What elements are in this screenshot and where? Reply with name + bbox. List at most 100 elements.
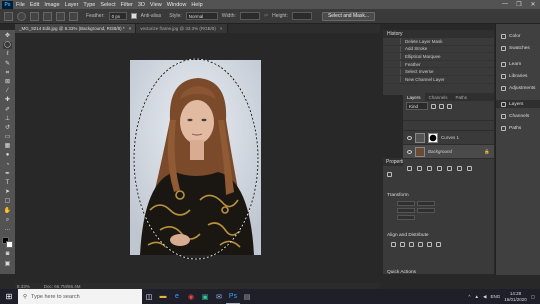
history-item[interactable]: Feather	[383, 61, 494, 69]
zoom-level[interactable]: 8.33%	[17, 284, 30, 289]
tab-channels[interactable]: Channels	[425, 93, 452, 101]
new-adjustment-icon[interactable]	[437, 166, 442, 171]
align-right-icon[interactable]	[409, 242, 414, 247]
app-icon[interactable]: ▤	[240, 289, 254, 304]
dock-channels[interactable]: Channels	[496, 112, 540, 120]
filter-type-icon[interactable]	[447, 103, 452, 109]
layer-row[interactable]: Curves 1	[403, 131, 494, 145]
quick-actions-section[interactable]: Quick Actions	[383, 269, 494, 276]
volume-icon[interactable]: ◀	[483, 294, 486, 300]
task-view-icon[interactable]: ◫	[142, 289, 156, 304]
menu-window[interactable]: Window	[167, 2, 187, 8]
filter-adjustment-icon[interactable]	[439, 103, 444, 109]
lock-fill-row[interactable]	[403, 121, 494, 131]
gradient-tool-icon[interactable]: ▦	[3, 143, 12, 150]
chrome-icon[interactable]: ◉	[184, 289, 198, 304]
height-input[interactable]	[291, 12, 312, 20]
brush-tool-icon[interactable]: ✐	[3, 107, 12, 114]
rectangle-tool-icon[interactable]: ▢	[3, 198, 12, 205]
dock-layers[interactable]: Layers	[496, 100, 540, 108]
align-middle-icon[interactable]	[427, 242, 432, 247]
align-left-icon[interactable]	[391, 242, 396, 247]
h-field[interactable]	[417, 201, 435, 206]
home-icon[interactable]	[4, 11, 13, 21]
blend-opacity-row[interactable]	[403, 111, 494, 121]
history-item[interactable]: Elliptical Marquee	[383, 53, 494, 61]
fx-icon[interactable]	[417, 166, 422, 171]
align-center-icon[interactable]	[400, 242, 405, 247]
dock-color[interactable]: Color	[496, 32, 540, 40]
menu-edit[interactable]: Edit	[30, 2, 39, 8]
y-field[interactable]	[417, 208, 435, 213]
menu-filter[interactable]: Filter	[121, 2, 133, 8]
w-field[interactable]	[397, 201, 415, 206]
quick-mask-icon[interactable]: ◙	[3, 251, 12, 258]
path-selection-tool-icon[interactable]: ➤	[3, 189, 12, 196]
close-button[interactable]: ✕	[526, 1, 540, 8]
more-tools-icon[interactable]: …	[3, 226, 12, 233]
width-input[interactable]	[239, 12, 260, 20]
pen-tool-icon[interactable]: ✒	[3, 171, 12, 178]
menu-select[interactable]: Select	[100, 2, 115, 8]
tray-chevron-icon[interactable]: ^	[468, 294, 470, 299]
elliptical-selection[interactable]	[130, 55, 270, 261]
history-item[interactable]: Select Inverse	[383, 68, 494, 76]
align-bottom-icon[interactable]	[436, 242, 441, 247]
color-swatches[interactable]	[1, 237, 14, 249]
hand-tool-icon[interactable]: ✋	[3, 208, 12, 215]
taskbar-search[interactable]: ⚲ Type here to search	[18, 289, 142, 304]
menu-help[interactable]: Help	[191, 2, 202, 8]
kind-filter-select[interactable]: Kind	[406, 102, 428, 110]
close-icon[interactable]: ×	[220, 26, 223, 31]
history-item[interactable]: Add Stroke	[383, 45, 494, 54]
dock-adjustments[interactable]: Adjustments	[496, 84, 540, 92]
menu-image[interactable]: Image	[44, 2, 59, 8]
elliptical-marquee-tool-icon[interactable]: ◯	[3, 42, 12, 50]
style-select[interactable]: Normal	[185, 12, 218, 20]
eyedropper-tool-icon[interactable]: ⁄	[3, 88, 12, 95]
photoshop-taskbar-icon[interactable]: Ps	[226, 289, 240, 304]
move-tool-icon[interactable]: ✥	[3, 33, 12, 40]
layer-row-selected[interactable]: Background 🔒	[403, 145, 494, 159]
add-selection-icon[interactable]	[43, 11, 52, 21]
select-and-mask-button[interactable]: Select and Mask...	[321, 11, 376, 21]
store-icon[interactable]: ▣	[198, 289, 212, 304]
filter-pixel-icon[interactable]	[431, 103, 436, 109]
blur-tool-icon[interactable]: ●	[3, 152, 12, 159]
link-layers-icon[interactable]	[407, 166, 412, 171]
dock-libraries[interactable]: Libraries	[496, 72, 540, 80]
x-field[interactable]	[397, 208, 415, 213]
mail-icon[interactable]: ✉	[212, 289, 226, 304]
file-explorer-icon[interactable]: ▬	[156, 289, 170, 304]
history-brush-tool-icon[interactable]: ↺	[3, 125, 12, 132]
subtract-selection-icon[interactable]	[56, 11, 65, 21]
tab-layers[interactable]: Layers	[403, 93, 425, 101]
intersect-selection-icon[interactable]	[69, 11, 78, 21]
minimize-button[interactable]: —	[498, 1, 512, 8]
lock-icon[interactable]: 🔒	[484, 149, 490, 155]
antialias-checkbox[interactable]	[130, 13, 137, 19]
menu-file[interactable]: File	[16, 2, 25, 8]
menu-type[interactable]: Type	[83, 2, 95, 8]
align-section[interactable]: Align and Distribute	[383, 232, 494, 239]
add-mask-icon[interactable]	[427, 166, 432, 171]
notifications-icon[interactable]: ▢	[531, 294, 535, 300]
new-layer-icon[interactable]	[457, 166, 462, 171]
close-icon[interactable]: ×	[129, 26, 132, 31]
menu-layer[interactable]: Layer	[65, 2, 79, 8]
layer-name[interactable]: Background	[428, 149, 452, 154]
doc-tab[interactable]: vectorize frame.jpg @ 33.3% (RGB/8) ×	[136, 24, 228, 33]
visibility-eye-icon[interactable]	[407, 135, 412, 140]
transform-section[interactable]: Transform	[383, 192, 494, 199]
dodge-tool-icon[interactable]: ◔	[3, 162, 12, 169]
angle-field[interactable]	[397, 215, 415, 220]
history-item[interactable]: New Channel Layer	[383, 76, 494, 84]
background-color-swatch[interactable]	[5, 241, 13, 249]
new-selection-icon[interactable]	[30, 11, 39, 21]
eraser-tool-icon[interactable]: ▭	[3, 134, 12, 141]
menu-3d[interactable]: 3D	[138, 2, 145, 8]
tab-paths[interactable]: Paths	[452, 93, 472, 101]
language-indicator[interactable]: ENG	[490, 294, 500, 299]
frame-tool-icon[interactable]: ⊠	[3, 79, 12, 86]
trash-icon[interactable]	[467, 166, 472, 171]
